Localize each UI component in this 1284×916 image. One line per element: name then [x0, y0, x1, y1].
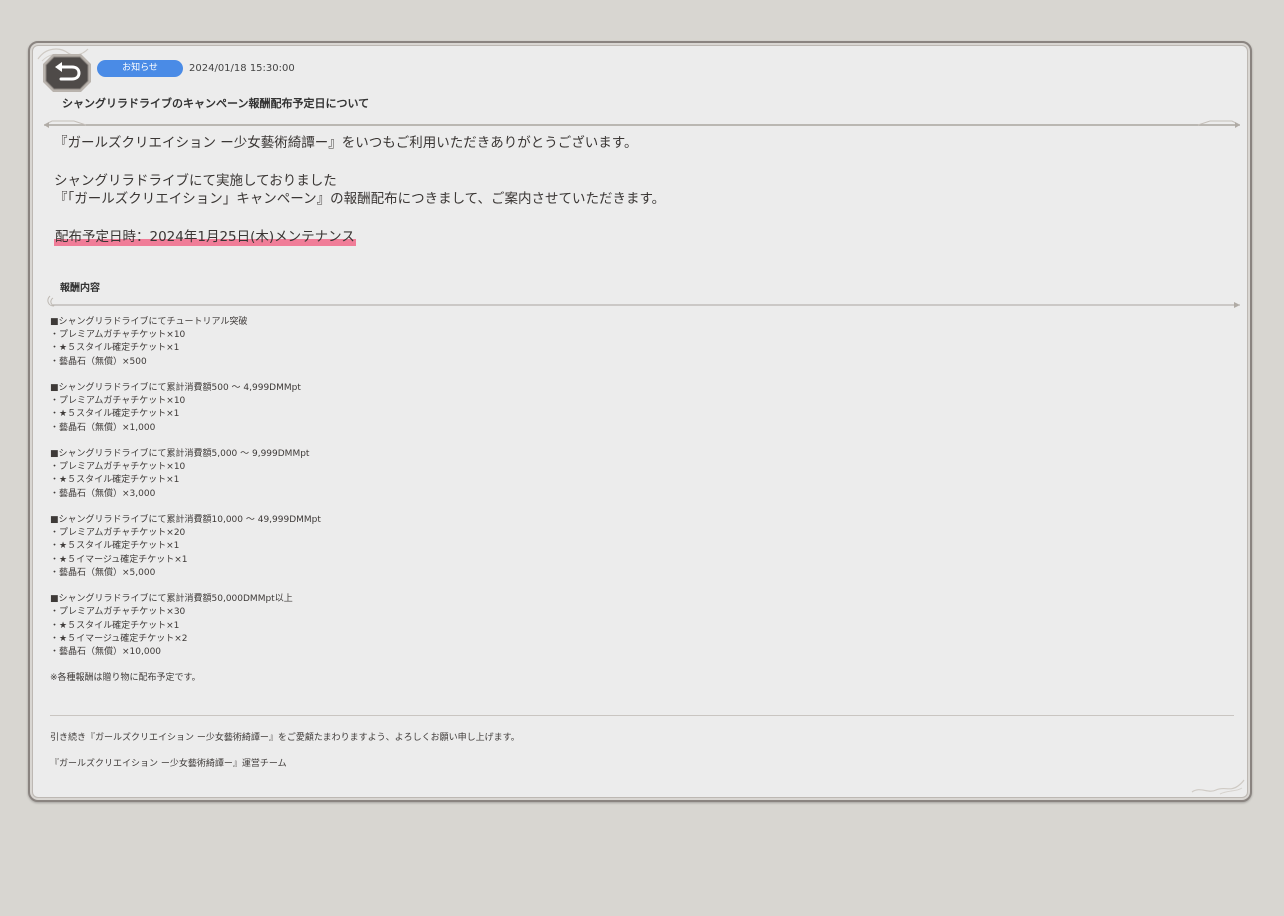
reward-item: ・藝晶石（無償）×10,000	[50, 647, 162, 658]
corner-ornament-bottom-right	[1191, 779, 1245, 795]
reward-item: ・藝晶石（無償）×500	[50, 356, 147, 367]
reward-group-heading: ■シャングリラドライブにて累計消費額5,000 〜 9,999DMMpt	[50, 449, 310, 459]
reward-group: ■シャングリラドライブにて累計消費額50,000DMMpt以上 ・プレミアムガチャ…	[50, 593, 321, 659]
reward-item: ・藝晶石（無償）×1,000	[50, 422, 156, 433]
reward-item: ・藝晶石（無償）×3,000	[50, 488, 156, 499]
reward-item: ・★５スタイル確定チケット×1	[50, 541, 180, 552]
rewards-list: ■シャングリラドライブにてチュートリアル突破 ・プレミアムガチャチケット×10 ・★…	[50, 316, 321, 686]
footer-text: 引き続き『ガールズクリエイション ー少女藝術綺譚ー』をご愛顧たまわりますよう、よ…	[50, 732, 520, 771]
reward-item: ・プレミアムガチャチケット×10	[50, 396, 186, 407]
reward-group: ■シャングリラドライブにて累計消費額10,000 〜 49,999DMMpt ・プ…	[50, 514, 321, 580]
intro-line-2: シャングリラドライブにて実施しておりました	[54, 173, 337, 189]
notice-title: シャングリラドライブのキャンペーン報酬配布予定日について	[62, 97, 370, 110]
reward-item: ・★５イマージュ確定チケット×2	[50, 633, 188, 644]
reward-group: ■シャングリラドライブにてチュートリアル突破 ・プレミアムガチャチケット×10 ・★…	[50, 316, 321, 369]
reward-item: ・藝晶石（無償）×5,000	[50, 567, 156, 578]
reward-item: ・プレミアムガチャチケット×10	[50, 330, 186, 341]
reward-group-heading: ■シャングリラドライブにて累計消費額50,000DMMpt以上	[50, 594, 293, 605]
post-datetime: 2024/01/18 15:30:00	[189, 63, 295, 74]
intro-line-1: 『ガールズクリエイション ー少女藝術綺譚ー』をいつもご利用いただきありがとうござ…	[54, 135, 638, 151]
reward-item: ・★５スタイル確定チケット×1	[50, 620, 180, 631]
team-signature: 『ガールズクリエイション ー少女藝術綺譚ー』運営チーム	[50, 759, 287, 769]
back-arrow-icon	[43, 54, 91, 92]
reward-group-heading: ■シャングリラドライブにて累計消費額500 〜 4,999DMMpt	[50, 383, 301, 393]
reward-note: ※各種報酬は贈り物に配布予定です。	[50, 673, 201, 684]
category-badge: お知らせ	[97, 60, 183, 77]
reward-group-heading: ■シャングリラドライブにてチュートリアル突破	[50, 317, 248, 327]
reward-item: ・プレミアムガチャチケット×30	[50, 607, 186, 618]
intro-line-3: 『「ガールズクリエイション」キャンペーン』の報酬配布につきまして、ご案内させてい…	[54, 191, 666, 207]
reward-group: ■シャングリラドライブにて累計消費額5,000 〜 9,999DMMpt ・プレミ…	[50, 448, 321, 501]
reward-item: ・★５スタイル確定チケット×1	[50, 343, 180, 354]
reward-item: ・プレミアムガチャチケット×10	[50, 462, 186, 473]
footer-divider	[50, 715, 1234, 716]
reward-item: ・★５スタイル確定チケット×1	[50, 475, 180, 486]
closing-message: 引き続き『ガールズクリエイション ー少女藝術綺譚ー』をご愛顧たまわりますよう、よ…	[50, 733, 520, 743]
rewards-divider	[47, 295, 1240, 308]
reward-item: ・★５イマージュ確定チケット×1	[50, 554, 188, 565]
title-divider	[44, 120, 1240, 128]
reward-group-heading: ■シャングリラドライブにて累計消費額10,000 〜 49,999DMMpt	[50, 515, 321, 525]
schedule-highlight: 配布予定日時：2024年1月25日(木)メンテナンス	[54, 228, 356, 246]
reward-group: ■シャングリラドライブにて累計消費額500 〜 4,999DMMpt ・プレミアム…	[50, 382, 321, 435]
intro-text: 『ガールズクリエイション ー少女藝術綺譚ー』をいつもご利用いただきありがとうござ…	[54, 134, 665, 246]
reward-item: ・プレミアムガチャチケット×20	[50, 528, 186, 539]
notice-panel: お知らせ 2024/01/18 15:30:00 シャングリラドライブのキャンペ…	[28, 41, 1252, 802]
reward-item: ・★５スタイル確定チケット×1	[50, 409, 180, 420]
back-button[interactable]	[41, 52, 91, 92]
